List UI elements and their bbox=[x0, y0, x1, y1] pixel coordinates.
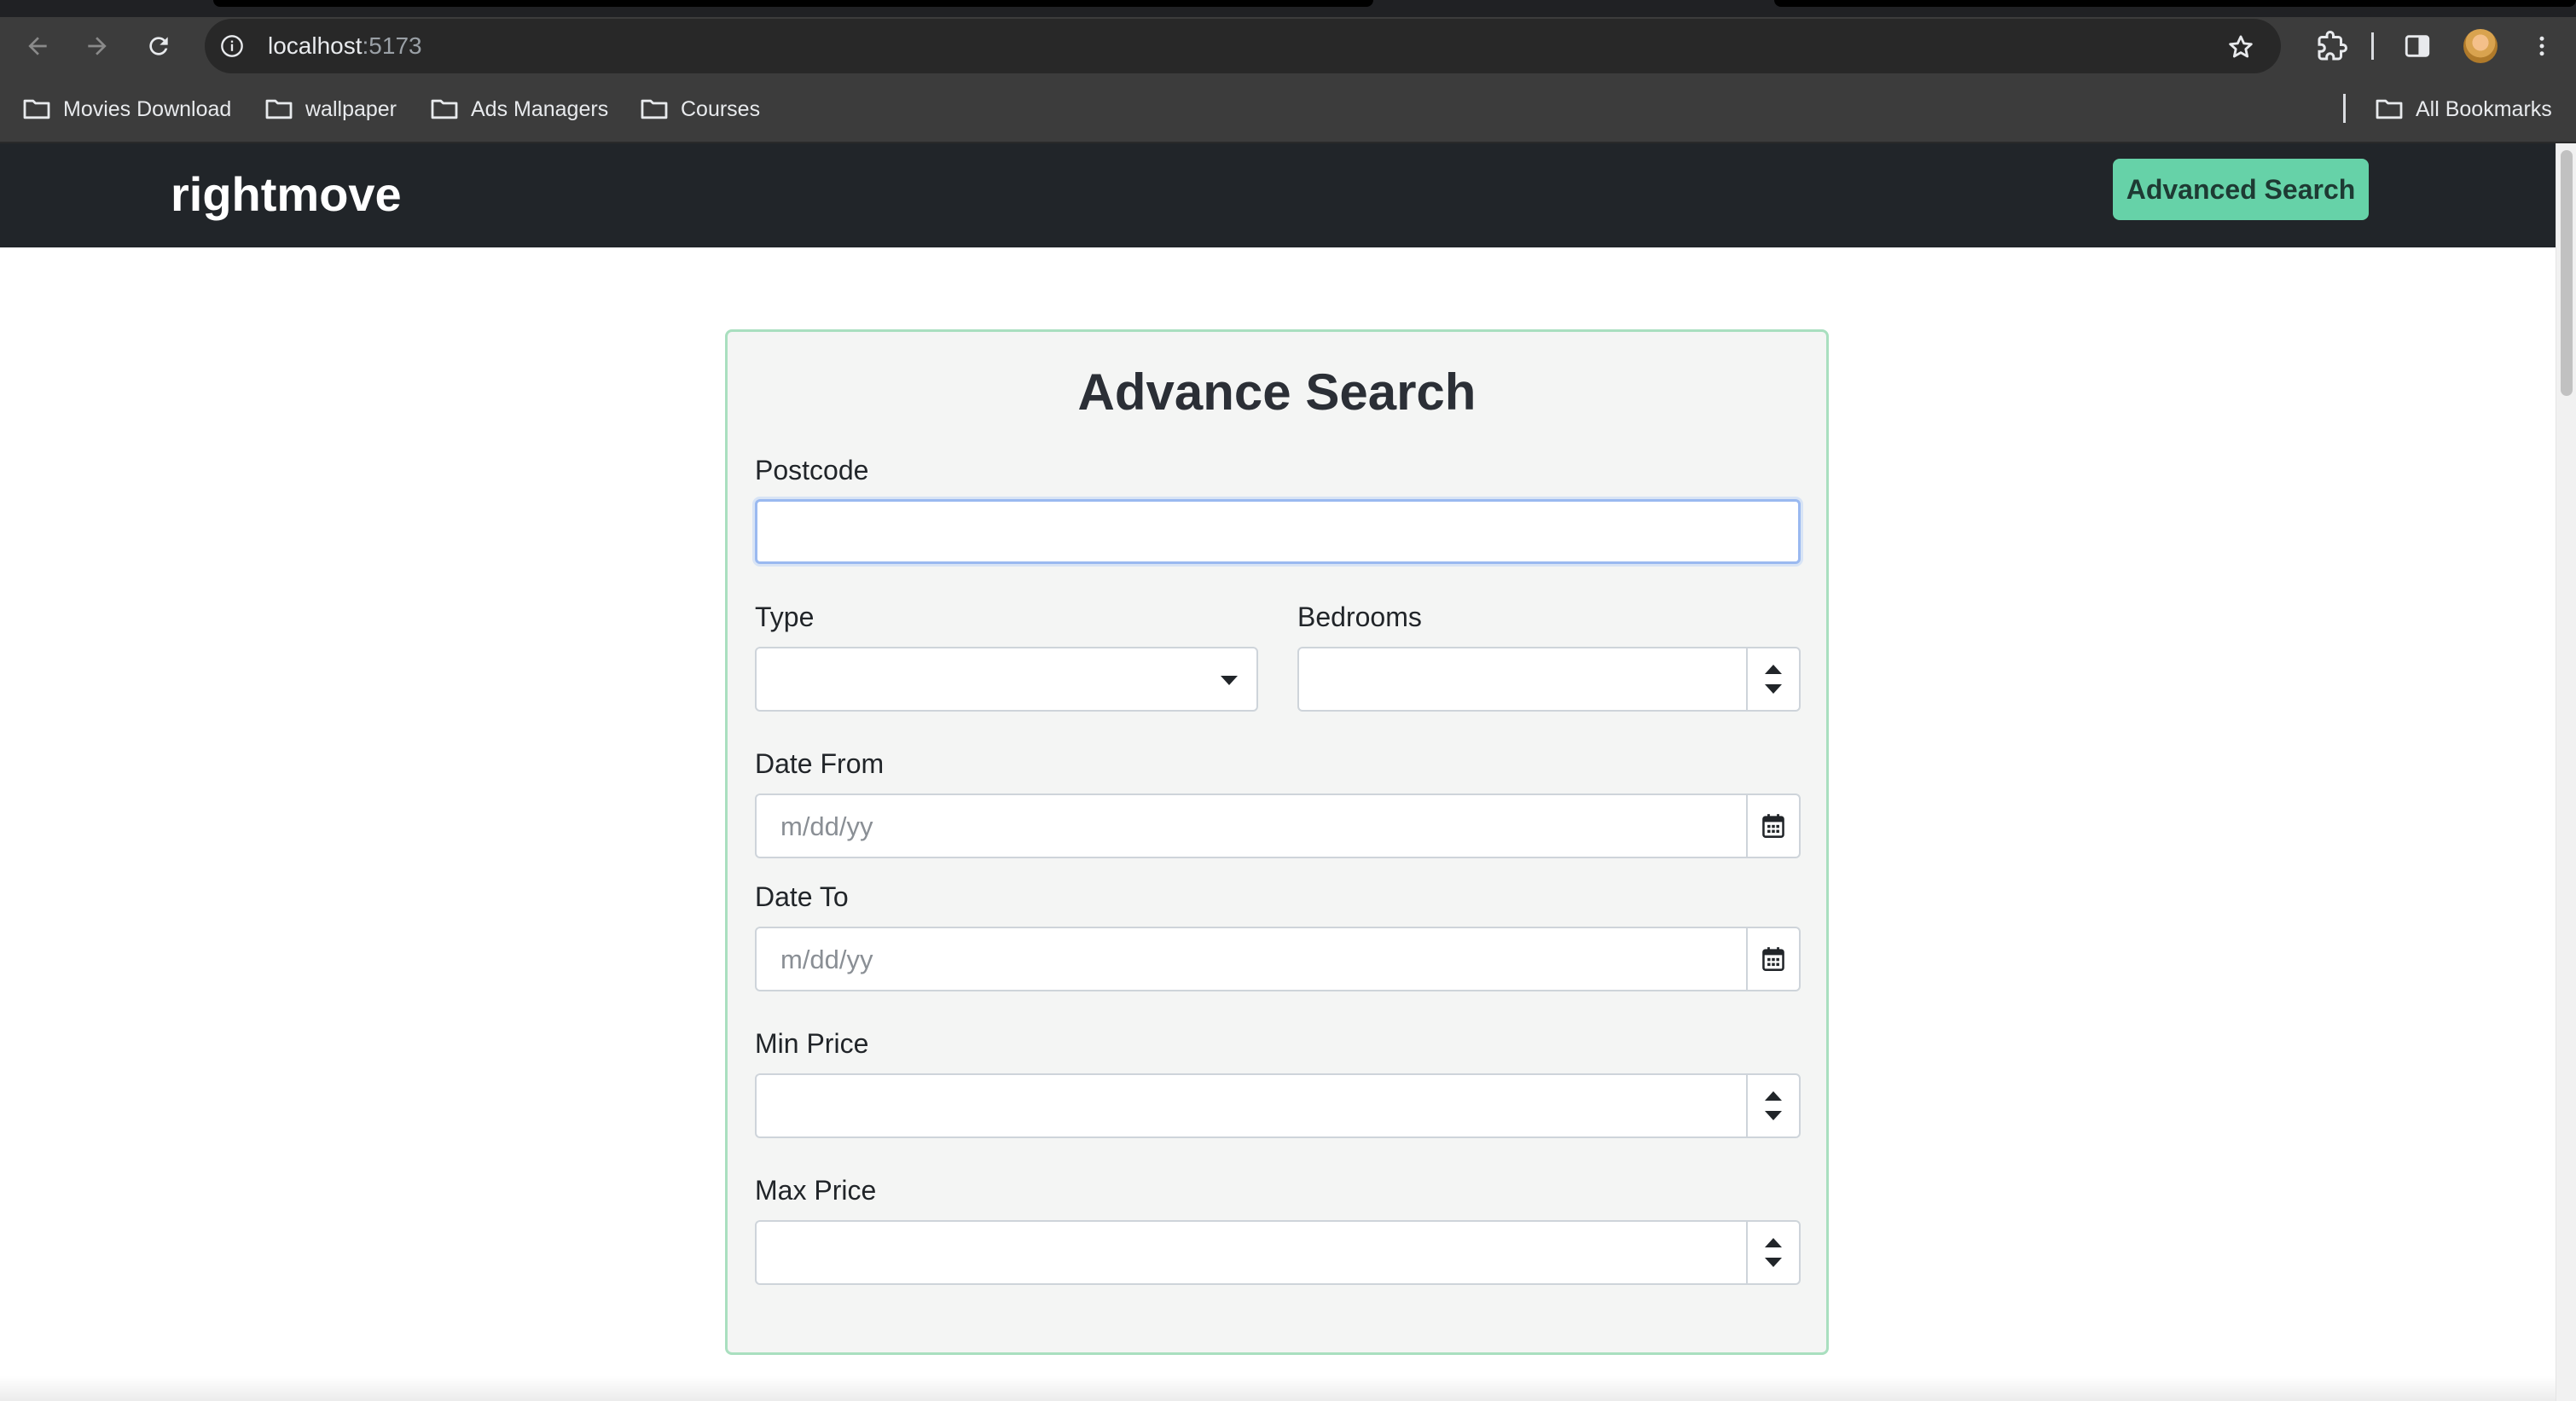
inactive-tab[interactable] bbox=[213, 0, 1373, 7]
min-price-label: Min Price bbox=[755, 1028, 869, 1059]
chevron-down-icon bbox=[1221, 676, 1238, 685]
date-from-picker-button[interactable] bbox=[1746, 795, 1799, 857]
inactive-tab[interactable] bbox=[1774, 0, 2576, 7]
page-viewport: rightmove Advanced Search Advance Search… bbox=[0, 143, 2576, 1401]
folder-icon bbox=[265, 99, 293, 119]
bookmark-folder-wallpaper[interactable]: wallpaper bbox=[264, 94, 397, 125]
postcode-label: Postcode bbox=[755, 455, 869, 485]
calendar-icon bbox=[1762, 814, 1784, 838]
date-from-placeholder: m/dd/yy bbox=[780, 811, 873, 841]
bookmark-folder-courses[interactable]: Courses bbox=[640, 94, 760, 125]
brand-logo[interactable]: rightmove bbox=[171, 164, 402, 225]
url-text[interactable]: localhost:5173 bbox=[268, 31, 422, 61]
side-panel-icon[interactable] bbox=[2400, 29, 2434, 63]
increment-arrow-icon[interactable] bbox=[1765, 665, 1782, 674]
form-title: Advance Search bbox=[1077, 363, 1477, 421]
date-to-label: Date To bbox=[755, 881, 849, 912]
bookmarks-separator bbox=[2343, 94, 2346, 123]
calendar-icon bbox=[1762, 947, 1784, 971]
star-icon[interactable] bbox=[2226, 32, 2255, 61]
max-price-input[interactable] bbox=[755, 1220, 1801, 1285]
decrement-arrow-icon[interactable] bbox=[1765, 1111, 1782, 1120]
site-navbar: rightmove Advanced Search bbox=[0, 143, 2556, 247]
date-to-input[interactable]: m/dd/yy bbox=[755, 927, 1801, 991]
date-from-label: Date From bbox=[755, 748, 885, 779]
bedrooms-stepper[interactable] bbox=[1746, 648, 1799, 710]
bookmark-folder-ads-managers[interactable]: Ads Managers bbox=[430, 94, 608, 125]
puzzle-icon[interactable] bbox=[2315, 29, 2349, 63]
type-select[interactable] bbox=[755, 647, 1258, 712]
bedrooms-input[interactable] bbox=[1297, 647, 1801, 712]
kebab-menu-icon[interactable] bbox=[2525, 29, 2559, 63]
bookmark-label: Movies Download bbox=[63, 96, 232, 121]
all-bookmarks[interactable]: All Bookmarks bbox=[2375, 94, 2552, 125]
date-to-placeholder: m/dd/yy bbox=[780, 945, 873, 974]
type-label: Type bbox=[755, 602, 815, 632]
bookmarks-bar: Movies Download wallpaper Ads Managers C… bbox=[0, 75, 2576, 143]
date-to-picker-button[interactable] bbox=[1746, 928, 1799, 990]
address-bar[interactable]: localhost:5173 bbox=[205, 19, 2281, 73]
reload-icon[interactable] bbox=[142, 29, 176, 63]
advance-search-form: Advance Search Postcode Type Bedrooms Da… bbox=[725, 329, 1829, 1355]
min-price-stepper[interactable] bbox=[1746, 1075, 1799, 1136]
advanced-search-button[interactable]: Advanced Search bbox=[2113, 159, 2369, 220]
arrow-right-icon[interactable] bbox=[80, 29, 114, 63]
folder-icon bbox=[23, 99, 50, 119]
postcode-input[interactable] bbox=[755, 499, 1801, 564]
profile-avatar[interactable] bbox=[2463, 29, 2498, 63]
decrement-arrow-icon[interactable] bbox=[1765, 684, 1782, 694]
folder-icon bbox=[641, 99, 668, 119]
bedrooms-label: Bedrooms bbox=[1297, 602, 1422, 632]
decrement-arrow-icon[interactable] bbox=[1765, 1258, 1782, 1267]
bottom-fade bbox=[0, 1375, 2556, 1401]
min-price-input[interactable] bbox=[755, 1073, 1801, 1138]
max-price-stepper[interactable] bbox=[1746, 1222, 1799, 1283]
folder-icon bbox=[431, 99, 458, 119]
scrollbar-thumb[interactable] bbox=[2561, 150, 2573, 396]
arrow-left-icon[interactable] bbox=[20, 29, 55, 63]
bookmark-label: wallpaper bbox=[305, 96, 397, 121]
browser-toolbar: localhost:5173 bbox=[0, 17, 2576, 75]
max-price-label: Max Price bbox=[755, 1175, 877, 1206]
date-from-input[interactable]: m/dd/yy bbox=[755, 794, 1801, 858]
increment-arrow-icon[interactable] bbox=[1765, 1238, 1782, 1247]
bookmark-folder-movies-download[interactable]: Movies Download bbox=[22, 94, 231, 125]
url-host: localhost bbox=[268, 32, 363, 59]
toolbar-separator bbox=[2371, 32, 2374, 60]
info-icon[interactable] bbox=[220, 34, 244, 58]
all-bookmarks-label: All Bookmarks bbox=[2416, 96, 2552, 121]
bookmark-label: Ads Managers bbox=[471, 96, 609, 121]
increment-arrow-icon[interactable] bbox=[1765, 1091, 1782, 1101]
url-port: :5173 bbox=[362, 32, 422, 59]
folder-icon bbox=[2376, 99, 2403, 119]
bookmark-label: Courses bbox=[681, 96, 761, 121]
tab-strip bbox=[0, 0, 2576, 17]
page-scrollbar[interactable] bbox=[2556, 143, 2576, 1401]
